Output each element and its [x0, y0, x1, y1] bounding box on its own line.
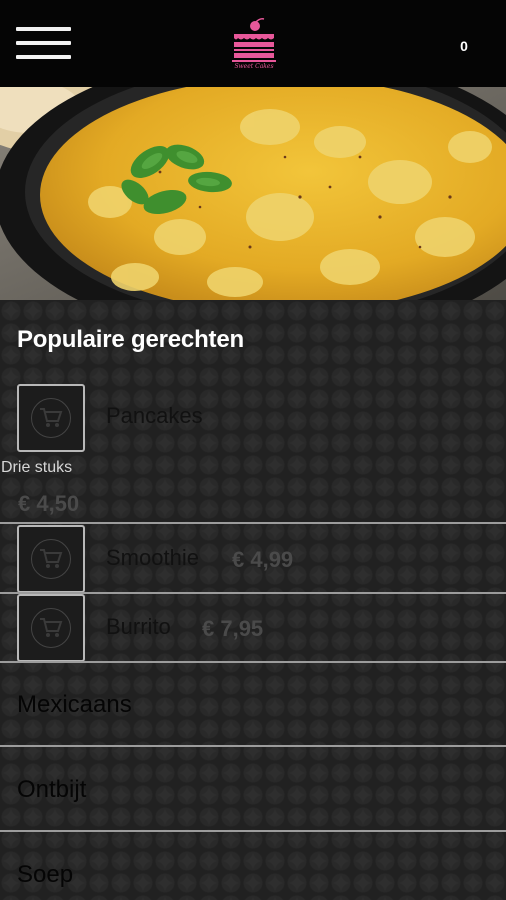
item-description-pancakes: Drie stuks	[1, 459, 73, 476]
divider	[0, 830, 506, 832]
cake-logo-icon[interactable]: Sweet Cakes	[229, 18, 279, 74]
divider	[0, 661, 506, 663]
category-soep[interactable]: Soep	[17, 861, 73, 889]
shopping-cart-icon	[40, 618, 63, 637]
category-ontbijt[interactable]: Ontbijt	[17, 776, 86, 804]
shopping-cart-icon	[40, 408, 63, 427]
logo-text: Sweet Cakes	[234, 63, 274, 70]
add-to-cart-button-smoothie[interactable]	[17, 525, 85, 593]
cart-count-badge[interactable]: 0	[456, 38, 472, 58]
add-to-cart-button-burrito[interactable]	[17, 594, 85, 662]
hamburger-menu-icon[interactable]	[16, 27, 72, 61]
item-price-burrito: € 7,95	[202, 616, 264, 641]
item-price-smoothie: € 4,99	[232, 547, 294, 572]
item-name-pancakes[interactable]: Pancakes	[106, 403, 203, 429]
divider	[0, 745, 506, 747]
app-header: Sweet Cakes 0	[0, 0, 506, 87]
item-name-burrito[interactable]: Burrito	[106, 614, 171, 640]
item-name-smoothie[interactable]: Smoothie	[106, 545, 199, 571]
shopping-cart-icon	[40, 549, 63, 568]
category-mexicaans[interactable]: Mexicaans	[17, 691, 132, 719]
item-price-pancakes: € 4,50	[18, 491, 80, 516]
divider	[0, 522, 506, 524]
add-to-cart-button-pancakes[interactable]	[17, 384, 85, 452]
hero-image	[0, 87, 506, 300]
section-title-popular: Populaire gerechten	[17, 326, 244, 353]
